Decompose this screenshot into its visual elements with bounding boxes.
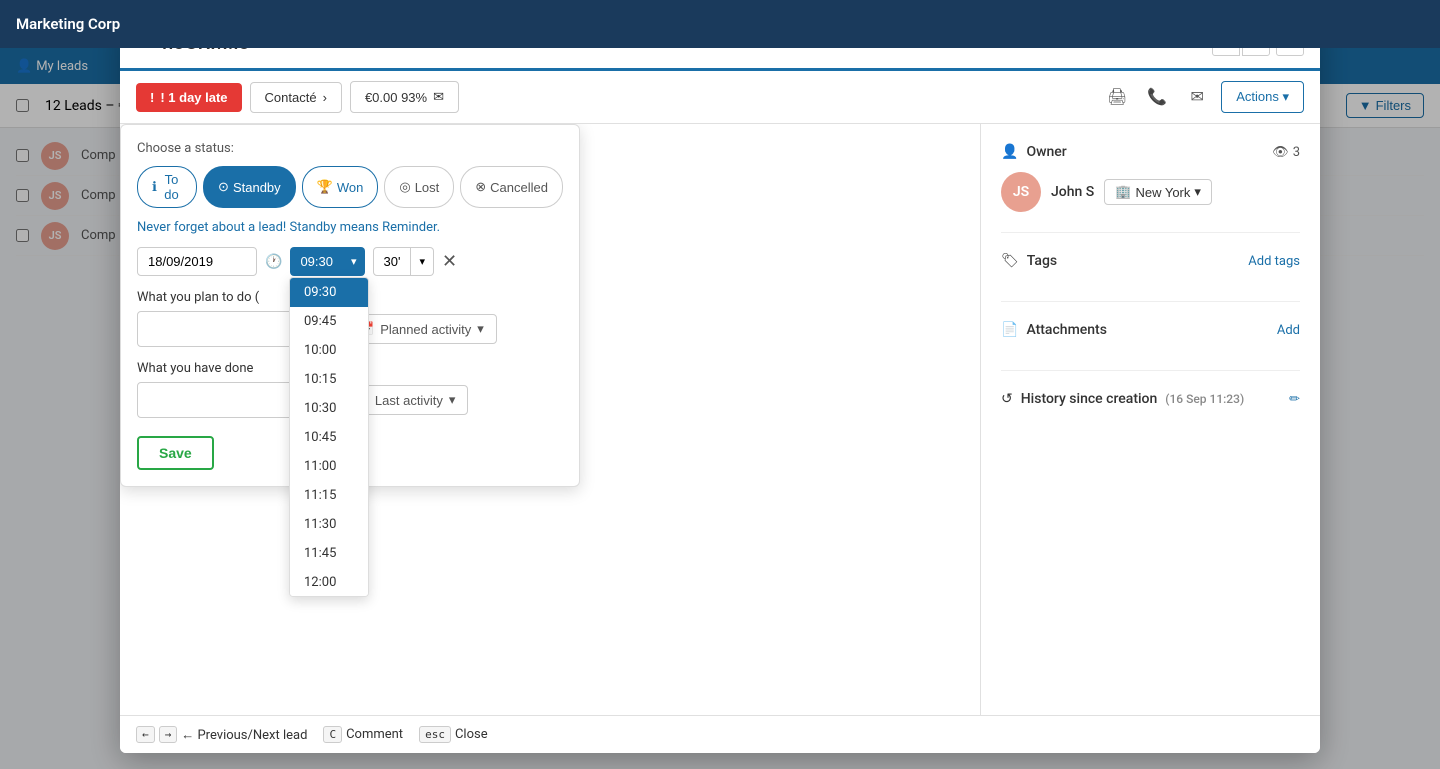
date-input[interactable] xyxy=(137,247,257,276)
time-option[interactable]: 10:15 xyxy=(290,365,368,394)
status-popup-title: Choose a status: xyxy=(137,141,563,156)
last-activity-caret-icon: ▾ xyxy=(449,392,456,408)
attachments-header: 📄 Attachments Add xyxy=(1001,322,1300,338)
owner-avatar: JS xyxy=(1001,172,1041,212)
time-option[interactable]: 10:45 xyxy=(290,423,368,452)
time-dropdown-button[interactable]: 09:30 xyxy=(290,247,343,276)
left-arrow-key: ← xyxy=(136,726,155,743)
owner-name: John S xyxy=(1051,184,1094,200)
exclamation-icon: ! xyxy=(150,90,154,105)
tags-title: 🏷 Tags xyxy=(1001,253,1057,269)
modal-body: Choose a status: ℹ To do ⊙ Standby 🏆 Won xyxy=(120,124,1320,715)
late-button[interactable]: ! ! 1 day late xyxy=(136,83,242,112)
add-tags-button[interactable]: Add tags xyxy=(1248,254,1300,269)
print-icon: 🖨 xyxy=(1107,87,1127,107)
trophy-icon: 🏆 xyxy=(317,179,333,195)
tag-icon: 🏷 xyxy=(1001,253,1019,269)
lead-modal: ☆ noCRM.io ‹ › ✕ ! ! 1 day late Contacté… xyxy=(120,16,1320,753)
time-option[interactable]: 11:00 xyxy=(290,452,368,481)
comment-key: C xyxy=(323,726,342,743)
standby-status-button[interactable]: ⊙ Standby xyxy=(203,166,296,208)
history-icon: ↺ xyxy=(1001,391,1013,407)
mail-icon: ✉ xyxy=(1191,87,1204,107)
mail-button[interactable]: ✉ xyxy=(1181,81,1213,113)
close-shortcut: esc Close xyxy=(419,726,488,743)
phone-icon: 📞 xyxy=(1147,87,1167,107)
esc-key: esc xyxy=(419,726,451,743)
history-date: (16 Sep 11:23) xyxy=(1165,392,1244,406)
modal-toolbar: ! ! 1 day late Contacté › €0.00 93% ✉ 🖨 … xyxy=(120,71,1320,124)
owner-row: JS John S 🏢 New York ▾ xyxy=(1001,172,1300,212)
right-arrow-key: → xyxy=(159,726,178,743)
attachment-icon: 📄 xyxy=(1001,322,1018,338)
owner-section: 👤 Owner 👁 3 JS John S 🏢 New Yor xyxy=(1001,144,1300,233)
navbar: Marketing Corp xyxy=(0,0,1440,48)
print-button[interactable]: 🖨 xyxy=(1101,81,1133,113)
duration-button-group: 30' ▾ xyxy=(373,247,434,276)
cancelled-status-button[interactable]: ⊗ Cancelled xyxy=(460,166,563,208)
standby-hint: Never forget about a lead! Standby means… xyxy=(137,220,563,235)
won-status-button[interactable]: 🏆 Won xyxy=(302,166,379,208)
contacte-button[interactable]: Contacté › xyxy=(250,82,342,113)
location-icon: 🏢 xyxy=(1115,184,1131,200)
time-caret-button[interactable]: ▾ xyxy=(343,247,365,276)
time-option[interactable]: 09:30 xyxy=(290,278,368,307)
modal-sidebar: 👤 Owner 👁 3 JS John S 🏢 New Yor xyxy=(980,124,1320,715)
history-header: ↺ History since creation (16 Sep 11:23) … xyxy=(1001,391,1300,407)
tags-section: 🏷 Tags Add tags xyxy=(1001,253,1300,302)
duration-dropdown-button[interactable]: 30' xyxy=(373,247,412,276)
cancel-icon: ⊗ xyxy=(475,179,486,195)
status-buttons: ℹ To do ⊙ Standby 🏆 Won ◎ Lost xyxy=(137,166,563,208)
add-attachment-button[interactable]: Add xyxy=(1277,323,1300,338)
time-option[interactable]: 10:00 xyxy=(290,336,368,365)
time-option[interactable]: 11:45 xyxy=(290,539,368,568)
datetime-row: 🕐 09:30 ▾ 30' ▾ ✕ xyxy=(137,247,563,276)
owner-header: 👤 Owner 👁 3 xyxy=(1001,144,1300,160)
eye-icon: 👁 xyxy=(1272,145,1289,160)
clock-icon: 🕐 xyxy=(265,254,282,270)
comment-shortcut: C Comment xyxy=(323,726,403,743)
prev-lead-shortcut: ← → ← Previous/Next lead xyxy=(136,726,307,743)
time-option[interactable]: 11:15 xyxy=(290,481,368,510)
todo-status-button[interactable]: ℹ To do xyxy=(137,166,197,208)
standby-icon: ⊙ xyxy=(218,179,229,195)
tags-header: 🏷 Tags Add tags xyxy=(1001,253,1300,269)
brand-name: Marketing Corp xyxy=(16,15,120,33)
modal-main: Choose a status: ℹ To do ⊙ Standby 🏆 Won xyxy=(120,124,980,715)
time-list-dropdown: 09:3009:4510:0010:1510:3010:4511:0011:15… xyxy=(289,277,369,597)
status-popup: Choose a status: ℹ To do ⊙ Standby 🏆 Won xyxy=(120,124,580,487)
email-icon: ✉ xyxy=(433,89,444,105)
eye-count: 👁 3 xyxy=(1272,145,1300,160)
time-option[interactable]: 12:00 xyxy=(290,568,368,597)
history-section: ↺ History since creation (16 Sep 11:23) … xyxy=(1001,391,1300,439)
attachments-section: 📄 Attachments Add xyxy=(1001,322,1300,371)
modal-footer: ← → ← Previous/Next lead C Comment esc C… xyxy=(120,715,1320,753)
time-option[interactable]: 11:30 xyxy=(290,510,368,539)
history-title: ↺ History since creation (16 Sep 11:23) xyxy=(1001,391,1244,407)
location-caret-icon: ▾ xyxy=(1194,184,1201,200)
chevron-right-icon: › xyxy=(323,90,327,105)
time-button-group: 09:30 ▾ xyxy=(290,247,364,276)
location-button[interactable]: 🏢 New York ▾ xyxy=(1104,179,1212,205)
phone-button[interactable]: 📞 xyxy=(1141,81,1173,113)
time-option[interactable]: 09:45 xyxy=(290,307,368,336)
info-icon: ℹ xyxy=(152,179,157,195)
edit-history-button[interactable]: ✏ xyxy=(1289,392,1300,407)
euro-button[interactable]: €0.00 93% ✉ xyxy=(350,81,459,113)
activity-caret-icon: ▾ xyxy=(477,321,484,337)
duration-caret-button[interactable]: ▾ xyxy=(411,247,434,276)
actions-button[interactable]: Actions ▾ xyxy=(1221,81,1304,113)
lost-status-button[interactable]: ◎ Lost xyxy=(384,166,454,208)
owner-title: 👤 Owner xyxy=(1001,144,1067,160)
attachments-title: 📄 Attachments xyxy=(1001,322,1107,338)
save-button[interactable]: Save xyxy=(137,436,214,470)
time-option[interactable]: 10:30 xyxy=(290,394,368,423)
clear-datetime-button[interactable]: ✕ xyxy=(442,251,457,272)
circle-icon: ◎ xyxy=(399,179,410,195)
owner-icon: 👤 xyxy=(1001,144,1018,160)
